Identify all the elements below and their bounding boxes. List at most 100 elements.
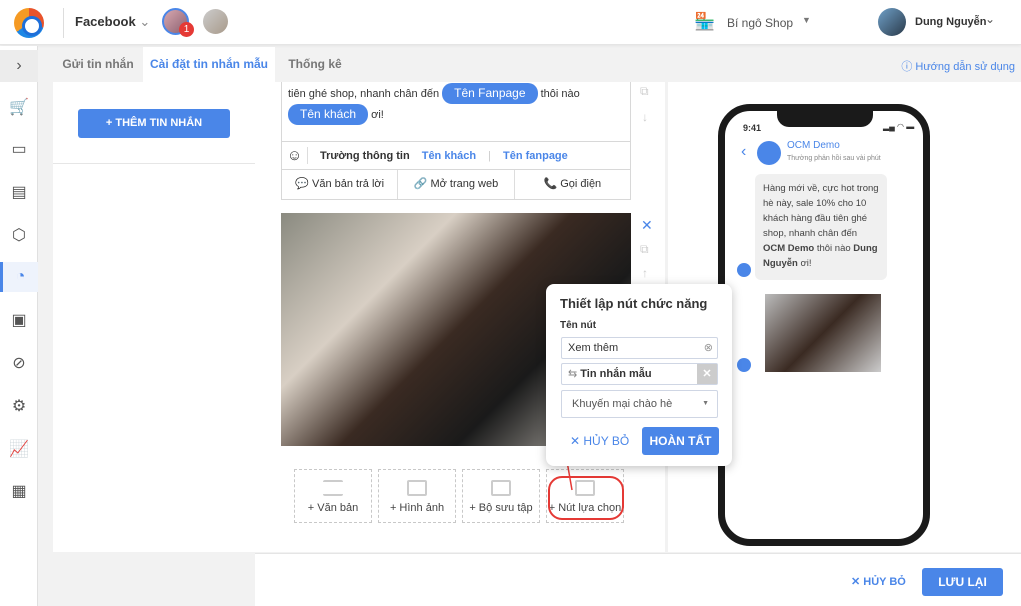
caret-down-icon[interactable]: ▼ — [802, 15, 811, 25]
tab-send-message[interactable]: Gửi tin nhắn — [53, 47, 143, 82]
action-label: Văn bản trả lời — [312, 178, 385, 190]
user-avatar[interactable] — [878, 8, 906, 36]
caret-down-icon: ▼ — [702, 400, 709, 407]
block-label: + Văn bản — [307, 502, 359, 514]
select-value: Khuyến mại chào hè — [572, 398, 673, 410]
messenger-icon[interactable]: ◔ — [0, 262, 38, 292]
message-bubble: Hàng mới về, cực hot trong hè này, sale … — [755, 174, 887, 280]
msg-text: thôi nào — [814, 243, 854, 254]
block-icon[interactable]: ⊘ — [0, 348, 38, 378]
block-label: + Hình ảnh — [389, 502, 445, 514]
emoji-icon[interactable]: ☺ — [282, 147, 308, 164]
chart-icon[interactable]: 📈 — [0, 434, 38, 464]
button-name-input[interactable]: Xem thêm ⊗ — [561, 337, 718, 359]
video-icon[interactable]: ▭ — [0, 134, 38, 164]
page-subtitle: Thường phản hồi sau vài phút — [787, 155, 881, 162]
image-icon — [407, 480, 427, 496]
text-lines-icon — [323, 480, 343, 496]
remove-icon[interactable]: ✕ — [697, 364, 717, 384]
msg-text: Hàng mới về, cực hot trong hè này, sale … — [763, 183, 879, 239]
close-icon[interactable]: ✕ — [641, 217, 653, 234]
field-label: Trường thông tin — [320, 149, 410, 162]
add-gallery-block[interactable]: + Bộ sưu tập — [462, 469, 540, 523]
divider — [53, 163, 255, 164]
settings-icon[interactable]: ⚙ — [0, 391, 38, 421]
template-list-panel: + THÊM TIN NHẮN — [53, 82, 255, 552]
page-logo — [757, 141, 781, 165]
popup-done-button[interactable]: HOÀN TẤT — [642, 427, 719, 455]
tab-template-settings[interactable]: Cài đặt tin nhắn mẫu — [143, 47, 275, 82]
box-icon[interactable]: ⬡ — [0, 220, 38, 250]
reply-actions: 💬 Văn bản trả lời 🔗 Mở trang web 📞 Gọi đ… — [281, 170, 631, 200]
copy-icon[interactable]: ⧉ — [640, 242, 649, 257]
preview-image — [765, 294, 881, 372]
order-icon[interactable]: ▤ — [0, 177, 38, 207]
add-image-block[interactable]: + Hình ảnh — [378, 469, 456, 523]
input-value: Xem thêm — [568, 342, 619, 354]
message-text: thôi nào — [540, 88, 580, 100]
cart-icon[interactable]: 🛒 — [0, 92, 38, 122]
action-type-field[interactable]: ⇆ Tin nhắn mẫu ✕ — [561, 363, 718, 385]
text-reply-button[interactable]: 💬 Văn bản trả lời — [282, 170, 399, 199]
add-text-block[interactable]: + Văn bản — [294, 469, 372, 523]
help-label: Hướng dẫn sử dụng — [915, 61, 1015, 73]
phone-preview: 9:41 ▂▄ ◠ ▬ ‹ OCM Demo Thường phản hồi s… — [718, 104, 930, 546]
app-logo[interactable] — [14, 8, 44, 38]
tab-statistics[interactable]: Thống kê — [275, 47, 355, 82]
phone-notch — [777, 111, 873, 127]
field-toolbar: ☺ Trường thông tin Tên khách | Tên fanpa… — [281, 142, 631, 170]
store-icon: 🏪 — [694, 12, 716, 31]
notification-badge: 1 — [179, 22, 194, 37]
divider — [63, 8, 64, 38]
phone-time: 9:41 — [743, 123, 762, 133]
close-icon: ✕ — [570, 434, 584, 448]
tab-bar: Gửi tin nhắn Cài đặt tin nhắn mẫu Thống … — [53, 47, 1021, 82]
gallery-icon — [491, 480, 511, 496]
block-label: + Bộ sưu tập — [469, 502, 533, 514]
swap-icon: ⇆ — [568, 368, 581, 380]
add-message-button[interactable]: + THÊM TIN NHẮN — [78, 109, 230, 138]
expand-sidebar-button[interactable]: › — [0, 50, 38, 82]
message-text: tiên ghé shop, nhanh chân đến — [288, 88, 440, 100]
message-textarea[interactable]: tiên ghé shop, nhanh chân đến Tên Fanpag… — [281, 82, 631, 142]
move-down-icon[interactable]: ↓ — [642, 110, 648, 124]
msg-text: ơi! — [797, 258, 812, 269]
customer-tag[interactable]: Tên khách — [288, 104, 369, 125]
channel-select[interactable]: Facebook ⌄ — [75, 14, 150, 30]
report-icon[interactable]: ▦ — [0, 476, 38, 506]
help-link[interactable]: ⓘ Hướng dẫn sử dụng — [901, 58, 1015, 74]
status-icons: ▂▄ ◠ ▬ — [883, 122, 915, 131]
open-web-button[interactable]: 🔗 Mở trang web — [398, 170, 515, 199]
channel-label: Facebook — [75, 14, 136, 29]
save-button[interactable]: LƯU LẠI — [922, 568, 1003, 596]
cancel-label: HỦY BỎ — [583, 434, 630, 448]
insert-fanpage-name[interactable]: Tên fanpage — [503, 150, 568, 162]
sender-avatar — [737, 358, 751, 372]
popup-cancel-button[interactable]: ✕ HỦY BỎ — [570, 434, 629, 448]
top-header: Facebook ⌄ 1 🏪 Bí ngô Shop ▼ Dung Nguyễn… — [0, 0, 1021, 45]
user-name[interactable]: Dung Nguyễn — [915, 16, 987, 28]
insert-customer-name[interactable]: Tên khách — [422, 150, 476, 162]
back-icon: ‹ — [741, 143, 747, 160]
page-name: OCM Demo — [787, 140, 840, 151]
move-up-icon[interactable]: ↑ — [642, 266, 648, 280]
fanpage-tag[interactable]: Tên Fanpage — [442, 83, 538, 104]
shop-select[interactable]: Bí ngô Shop — [727, 16, 793, 30]
footer-bar: ✕ HỦY BỎ LƯU LẠI — [255, 553, 1021, 606]
help-icon: ⓘ — [901, 61, 916, 73]
separator: | — [488, 149, 491, 162]
copy-icon[interactable]: ⧉ — [640, 84, 649, 99]
cancel-button[interactable]: ✕ HỦY BỎ — [851, 575, 906, 588]
icon-sidebar: › 🛒 ▭ ▤ ⬡ ◔ ▣ ⊘ ⚙ 📈 ▦ — [0, 46, 38, 606]
message-text: ơi! — [371, 109, 384, 121]
chevron-down-icon[interactable]: ⌄ — [985, 12, 995, 26]
template-select[interactable]: Khuyến mại chào hè ▼ — [561, 390, 718, 418]
call-button[interactable]: 📞 Gọi điện — [515, 170, 630, 199]
chevron-down-icon: ⌄ — [139, 14, 151, 29]
action-label: Gọi điện — [560, 178, 602, 190]
form-icon[interactable]: ▣ — [0, 305, 38, 335]
button-settings-popup: Thiết lập nút chức năng Tên nút Xem thêm… — [546, 284, 732, 466]
clear-icon[interactable]: ⊗ — [704, 338, 713, 358]
page-avatar-2[interactable] — [203, 9, 228, 34]
msg-page: OCM Demo — [763, 243, 815, 254]
